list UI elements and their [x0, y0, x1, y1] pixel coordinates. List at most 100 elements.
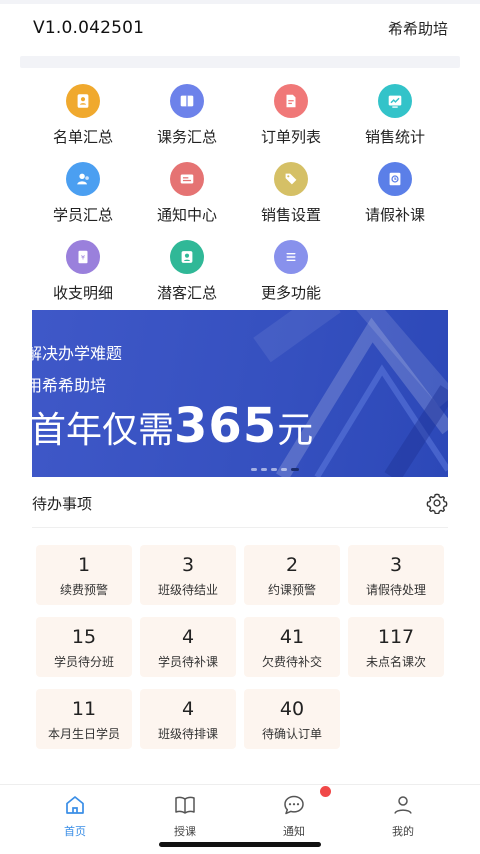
- banner-price-prefix: 首年仅需: [32, 410, 175, 451]
- grid-item-label: 销售设置: [260, 206, 321, 224]
- todo-label: 班级待结业: [157, 583, 218, 597]
- function-grid: 名单汇总 课务汇总 订单列表 销售统计 学员汇总 通知中心 销售设置 请假补课 …: [0, 68, 480, 308]
- tab-teaching[interactable]: 授课: [145, 793, 225, 839]
- todo-label: 约课预警: [267, 583, 316, 597]
- todo-card-student-makeup[interactable]: 4 学员待补课: [140, 617, 236, 677]
- todo-title: 待办事项: [32, 494, 93, 513]
- tab-label: 通知: [283, 825, 305, 838]
- todo-count: 40: [279, 698, 305, 720]
- todo-label: 学员待分班: [53, 655, 114, 669]
- carousel-indicator: [32, 468, 448, 471]
- todo-count: 15: [71, 626, 97, 648]
- grid-item-course-summary[interactable]: 课务汇总: [132, 84, 242, 147]
- todo-divider: [32, 527, 448, 528]
- todo-label: 班级待排课: [157, 727, 218, 741]
- home-indicator: [159, 842, 321, 847]
- grid-item-label: 潜客汇总: [156, 284, 217, 302]
- todo-count: 3: [389, 554, 403, 576]
- brand-name[interactable]: 希希助培: [388, 18, 448, 39]
- carousel-dot[interactable]: [251, 468, 257, 471]
- tab-label: 我的: [392, 825, 414, 838]
- todo-count: 41: [279, 626, 305, 648]
- banner-price-number: 365: [174, 398, 278, 454]
- version-label: V1.0.042501: [33, 18, 145, 38]
- notification-icon: [170, 162, 204, 196]
- grid-item-label: 更多功能: [260, 284, 321, 302]
- grid-item-leave-makeup[interactable]: 请假补课: [340, 162, 450, 225]
- contact-list-icon: [66, 84, 100, 118]
- carousel-dot[interactable]: [271, 468, 277, 471]
- section-separator: [20, 56, 460, 68]
- grid-item-prospect-summary[interactable]: 潜客汇总: [132, 240, 242, 303]
- tab-home[interactable]: 首页: [35, 793, 115, 839]
- todo-count: 4: [181, 698, 195, 720]
- grid-item-label: 销售统计: [364, 128, 425, 146]
- grid-item-name-list[interactable]: 名单汇总: [28, 84, 138, 147]
- todo-card-arrears[interactable]: 41 欠费待补交: [244, 617, 340, 677]
- grid-item-label: 学员汇总: [52, 206, 113, 224]
- todo-card-booking-warning[interactable]: 2 约课预警: [244, 545, 340, 605]
- todo-card-class-graduation[interactable]: 3 班级待结业: [140, 545, 236, 605]
- grid-item-sales-settings[interactable]: 销售设置: [236, 162, 346, 225]
- todo-count: 2: [285, 554, 299, 576]
- chart-icon: [378, 84, 412, 118]
- tab-profile[interactable]: 我的: [363, 793, 443, 839]
- svg-text:¥: ¥: [81, 255, 85, 262]
- user-icon: [394, 796, 412, 814]
- todo-card-leave-pending[interactable]: 3 请假待处理: [348, 545, 444, 605]
- banner-line-1: 解决办学难题: [32, 344, 123, 363]
- grid-item-sales-stats[interactable]: 销售统计: [340, 84, 450, 147]
- todo-card-renewal-warning[interactable]: 1 续费预警: [36, 545, 132, 605]
- todo-label: 续费预警: [59, 583, 108, 597]
- todo-header: 待办事项: [32, 488, 448, 518]
- chat-bubble-icon: [284, 795, 304, 815]
- carousel-dot[interactable]: [281, 468, 287, 471]
- prospect-icon: [170, 240, 204, 274]
- todo-label: 待确认订单: [261, 727, 322, 741]
- grid-item-label: 订单列表: [260, 128, 321, 146]
- banner-price-line: 首年仅需 365 元: [32, 398, 313, 454]
- order-doc-icon: [274, 84, 308, 118]
- grid-item-income-expense[interactable]: ¥ 收支明细: [28, 240, 138, 303]
- todo-label: 欠费待补交: [261, 655, 322, 669]
- todo-label: 未点名课次: [365, 655, 426, 669]
- todo-card-unmarked-attendance[interactable]: 117 未点名课次: [348, 617, 444, 677]
- gear-icon[interactable]: [426, 492, 448, 514]
- grid-item-more-functions[interactable]: 更多功能: [236, 240, 346, 303]
- notification-badge: [320, 786, 331, 797]
- todo-card-birthdays[interactable]: 11 本月生日学员: [36, 689, 132, 749]
- todo-label: 请假待处理: [365, 583, 426, 597]
- tab-label: 授课: [174, 825, 196, 838]
- todo-count: 11: [71, 698, 97, 720]
- todo-count: 3: [181, 554, 195, 576]
- todo-card-orders-to-confirm[interactable]: 40 待确认订单: [244, 689, 340, 749]
- open-book-icon: [175, 796, 195, 814]
- todo-card-student-placement[interactable]: 15 学员待分班: [36, 617, 132, 677]
- grid-item-label: 请假补课: [364, 206, 425, 224]
- grid-item-label: 课务汇总: [156, 128, 217, 146]
- grid-item-label: 收支明细: [52, 284, 113, 302]
- book-icon: [170, 84, 204, 118]
- banner-line-2: 用希希助培: [32, 376, 107, 395]
- app-header: V1.0.042501 希希助培: [0, 4, 480, 52]
- more-menu-icon: [274, 240, 308, 274]
- carousel-dot[interactable]: [261, 468, 267, 471]
- tab-label: 首页: [64, 825, 86, 838]
- promo-banner[interactable]: 解决办学难题 用希希助培 首年仅需 365 元: [32, 310, 448, 477]
- grid-item-notification-center[interactable]: 通知中心: [132, 162, 242, 225]
- home-icon: [66, 796, 84, 814]
- grid-item-order-list[interactable]: 订单列表: [236, 84, 346, 147]
- carousel-dot-active[interactable]: [291, 468, 299, 471]
- grid-item-label: 通知中心: [156, 206, 217, 224]
- banner-price-unit: 元: [277, 410, 314, 451]
- todo-card-class-scheduling[interactable]: 4 班级待排课: [140, 689, 236, 749]
- todo-label: 本月生日学员: [47, 727, 120, 741]
- todo-label: 学员待补课: [157, 655, 218, 669]
- grid-item-label: 名单汇总: [52, 128, 113, 146]
- grid-item-student-summary[interactable]: 学员汇总: [28, 162, 138, 225]
- todo-count: 4: [181, 626, 195, 648]
- tag-icon: [274, 162, 308, 196]
- tab-notifications[interactable]: 通知: [254, 793, 334, 839]
- todo-count: 117: [377, 626, 415, 648]
- ledger-icon: ¥: [66, 240, 100, 274]
